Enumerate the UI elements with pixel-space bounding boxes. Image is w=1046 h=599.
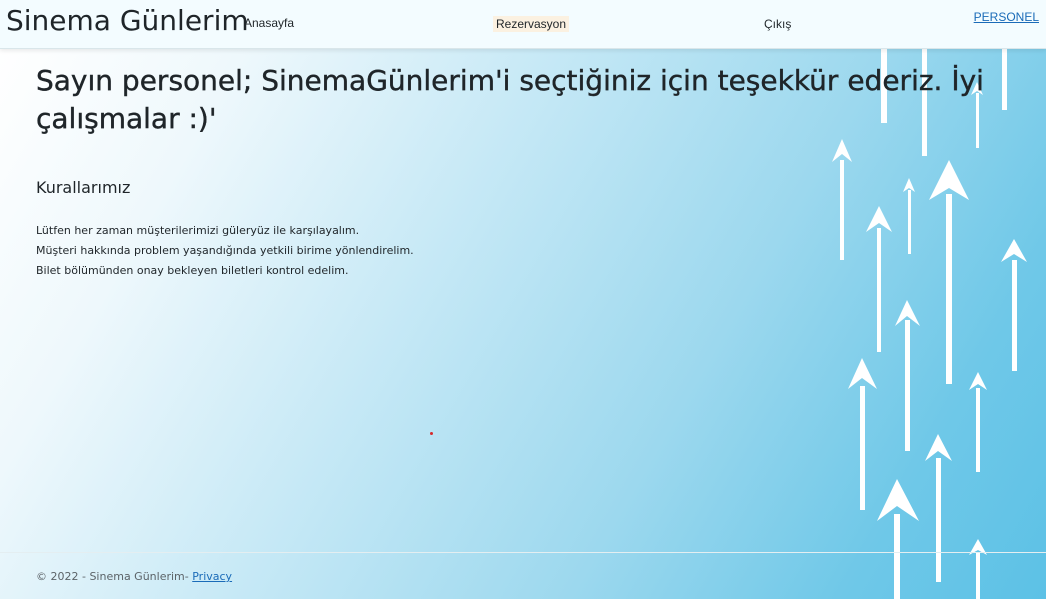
page-title: Sayın personel; SinemaGünlerim'i seçtiği… (36, 64, 984, 135)
page-footer: © 2022 - Sinema Günlerim- Privacy (0, 552, 1046, 599)
user-link[interactable]: PERSONEL (974, 10, 1039, 24)
rules-heading: Kurallarımız (36, 178, 131, 197)
nav-exit-link[interactable]: Çıkış (764, 17, 791, 31)
nav-reservation-link[interactable]: Rezervasyon (493, 16, 570, 32)
rule-item: Lütfen her zaman müşterilerimizi güleryü… (36, 224, 360, 237)
footer-text: © 2022 - Sinema Günlerim- Privacy (36, 570, 232, 583)
rules-list: Lütfen her zaman müşterilerimizi güleryü… (36, 221, 996, 281)
top-navbar: Sinema Günlerim Anasayfa Rezervasyon Çık… (0, 0, 1046, 49)
mouse-cursor-dot (430, 432, 433, 435)
copyright-text: © 2022 - Sinema Günlerim- (36, 570, 193, 583)
brand-logo[interactable]: Sinema Günlerim (6, 4, 249, 37)
privacy-link[interactable]: Privacy (192, 570, 232, 583)
nav-home-link[interactable]: Anasayfa (244, 16, 294, 30)
main-content: Sayın personel; SinemaGünlerim'i seçtiği… (36, 62, 996, 281)
rule-item: Bilet bölümünden onay bekleyen biletleri… (36, 264, 349, 277)
rule-item: Müşteri hakkında problem yaşandığında ye… (36, 244, 414, 257)
